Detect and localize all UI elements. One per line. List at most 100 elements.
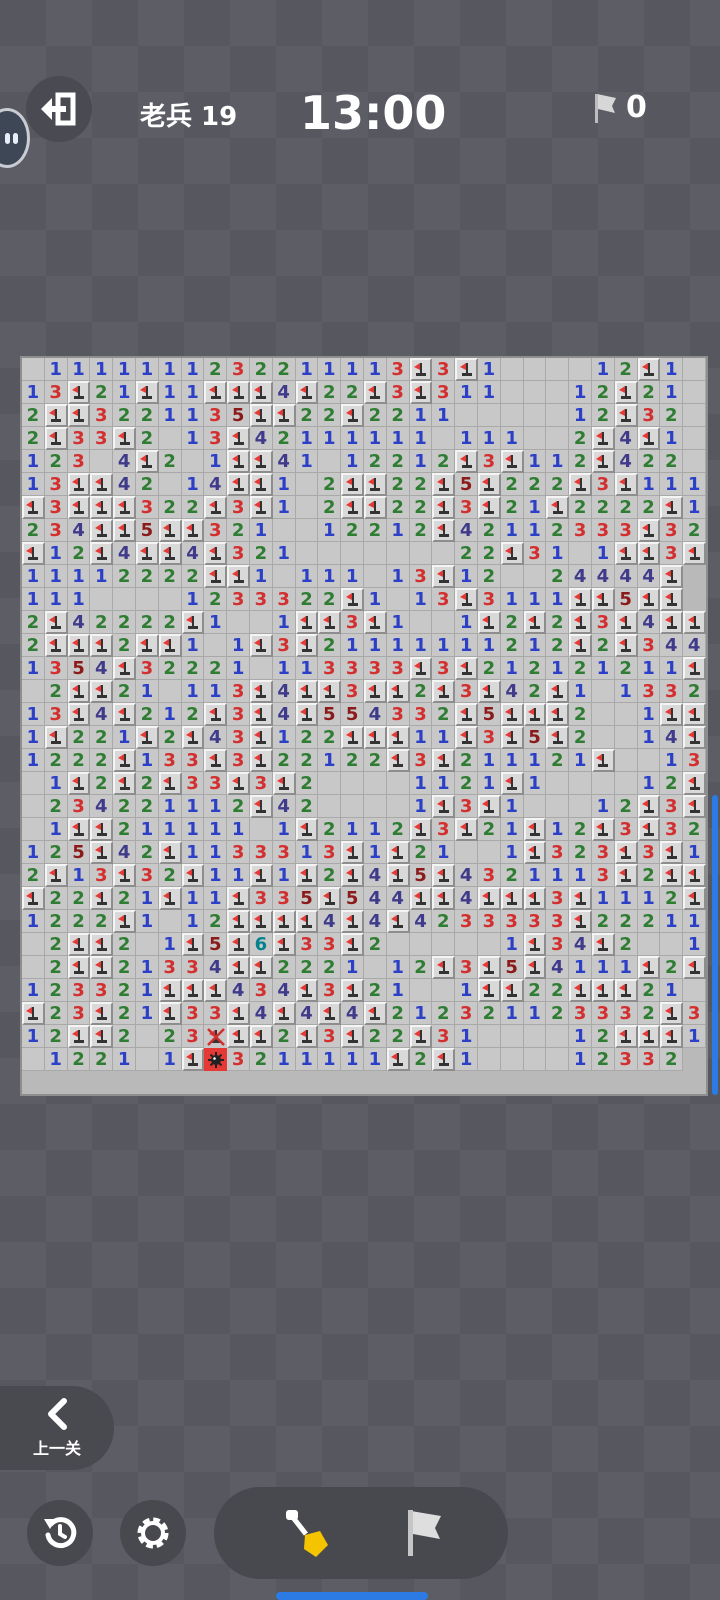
number-cell[interactable]: 3 xyxy=(250,841,273,864)
flagged-cell[interactable] xyxy=(614,542,638,565)
number-cell[interactable]: 4 xyxy=(90,703,114,726)
flagged-cell[interactable] xyxy=(158,519,182,542)
flagged-cell[interactable] xyxy=(523,611,547,634)
flagged-cell[interactable] xyxy=(614,473,638,496)
flagged-cell[interactable] xyxy=(683,703,706,726)
flagged-cell[interactable] xyxy=(272,404,296,427)
empty-cell[interactable] xyxy=(455,933,478,956)
number-cell[interactable]: 3 xyxy=(614,1002,638,1025)
number-cell[interactable]: 1 xyxy=(660,427,684,450)
number-cell[interactable]: 3 xyxy=(272,887,296,910)
number-cell[interactable]: 2 xyxy=(272,749,296,772)
number-cell[interactable]: 1 xyxy=(592,657,615,680)
empty-cell[interactable] xyxy=(158,680,182,703)
flagged-cell[interactable] xyxy=(455,450,478,473)
flagged-cell[interactable] xyxy=(22,496,45,519)
number-cell[interactable]: 1 xyxy=(500,933,524,956)
number-cell[interactable]: 3 xyxy=(546,910,570,933)
number-cell[interactable]: 3 xyxy=(90,427,114,450)
number-cell[interactable]: 1 xyxy=(67,358,91,381)
flagged-cell[interactable] xyxy=(432,749,456,772)
number-cell[interactable]: 1 xyxy=(546,818,570,841)
number-cell[interactable]: 1 xyxy=(272,496,296,519)
number-cell[interactable]: 2 xyxy=(569,703,592,726)
number-cell[interactable]: 1 xyxy=(22,381,45,404)
number-cell[interactable]: 2 xyxy=(409,1048,433,1071)
flagged-cell[interactable] xyxy=(136,542,159,565)
flagged-cell[interactable] xyxy=(432,956,456,979)
number-cell[interactable]: 1 xyxy=(318,519,342,542)
flagged-cell[interactable] xyxy=(341,726,364,749)
number-cell[interactable]: 3 xyxy=(569,1002,592,1025)
number-cell[interactable]: 4 xyxy=(67,519,91,542)
empty-cell[interactable] xyxy=(136,1048,159,1071)
number-cell[interactable]: 2 xyxy=(592,910,615,933)
number-cell[interactable]: 3 xyxy=(455,956,478,979)
number-cell[interactable]: 5 xyxy=(500,956,524,979)
flagged-cell[interactable] xyxy=(523,818,547,841)
flagged-cell[interactable] xyxy=(614,634,638,657)
number-cell[interactable]: 2 xyxy=(569,841,592,864)
number-cell[interactable]: 4 xyxy=(90,657,114,680)
flagged-cell[interactable] xyxy=(181,979,205,1002)
empty-cell[interactable] xyxy=(523,404,547,427)
number-cell[interactable]: 2 xyxy=(500,864,524,887)
number-cell[interactable]: 3 xyxy=(272,841,296,864)
flagged-cell[interactable] xyxy=(409,887,433,910)
number-cell[interactable]: 3 xyxy=(341,680,364,703)
number-cell[interactable]: 3 xyxy=(523,910,547,933)
flagged-cell[interactable] xyxy=(90,1025,114,1048)
flagged-cell[interactable] xyxy=(90,542,114,565)
flagged-cell[interactable] xyxy=(90,956,114,979)
flagged-cell[interactable] xyxy=(272,772,296,795)
empty-cell[interactable] xyxy=(614,703,638,726)
number-cell[interactable]: 2 xyxy=(67,910,91,933)
empty-cell[interactable] xyxy=(478,841,501,864)
number-cell[interactable]: 1 xyxy=(455,1048,478,1071)
number-cell[interactable]: 2 xyxy=(318,588,342,611)
number-cell[interactable]: 1 xyxy=(386,634,410,657)
flagged-cell[interactable] xyxy=(227,887,250,910)
number-cell[interactable]: 3 xyxy=(546,933,570,956)
number-cell[interactable]: 1 xyxy=(22,473,45,496)
number-cell[interactable]: 2 xyxy=(614,496,638,519)
flagged-cell[interactable] xyxy=(341,588,364,611)
number-cell[interactable]: 1 xyxy=(569,404,592,427)
number-cell[interactable]: 4 xyxy=(295,1002,319,1025)
empty-cell[interactable] xyxy=(364,772,387,795)
flagged-cell[interactable] xyxy=(683,887,706,910)
number-cell[interactable]: 2 xyxy=(318,634,342,657)
number-cell[interactable]: 3 xyxy=(44,703,68,726)
number-cell[interactable]: 1 xyxy=(637,473,661,496)
number-cell[interactable]: 5 xyxy=(136,519,159,542)
number-cell[interactable]: 1 xyxy=(318,749,342,772)
number-cell[interactable]: 2 xyxy=(614,795,638,818)
number-cell[interactable]: 2 xyxy=(318,404,342,427)
number-cell[interactable]: 2 xyxy=(546,473,570,496)
flagged-cell[interactable] xyxy=(67,381,91,404)
empty-cell[interactable] xyxy=(523,795,547,818)
number-cell[interactable]: 1 xyxy=(318,427,342,450)
flagged-cell[interactable] xyxy=(364,1002,387,1025)
number-cell[interactable]: 4 xyxy=(272,680,296,703)
number-cell[interactable]: 5 xyxy=(478,703,501,726)
empty-cell[interactable] xyxy=(318,450,342,473)
number-cell[interactable]: 2 xyxy=(637,1002,661,1025)
flagged-cell[interactable] xyxy=(660,496,684,519)
flagged-cell[interactable] xyxy=(478,956,501,979)
flagged-cell[interactable] xyxy=(250,381,273,404)
number-cell[interactable]: 3 xyxy=(44,657,68,680)
number-cell[interactable]: 2 xyxy=(136,772,159,795)
number-cell[interactable]: 2 xyxy=(272,956,296,979)
number-cell[interactable]: 3 xyxy=(432,657,456,680)
number-cell[interactable]: 1 xyxy=(204,611,228,634)
flagged-cell[interactable] xyxy=(569,611,592,634)
number-cell[interactable]: 3 xyxy=(660,818,684,841)
empty-cell[interactable] xyxy=(22,956,45,979)
number-cell[interactable]: 1 xyxy=(569,956,592,979)
number-cell[interactable]: 2 xyxy=(546,565,570,588)
flagged-cell[interactable] xyxy=(637,588,661,611)
number-cell[interactable]: 1 xyxy=(181,404,205,427)
number-cell[interactable]: 3 xyxy=(683,1002,706,1025)
number-cell[interactable]: 3 xyxy=(250,887,273,910)
